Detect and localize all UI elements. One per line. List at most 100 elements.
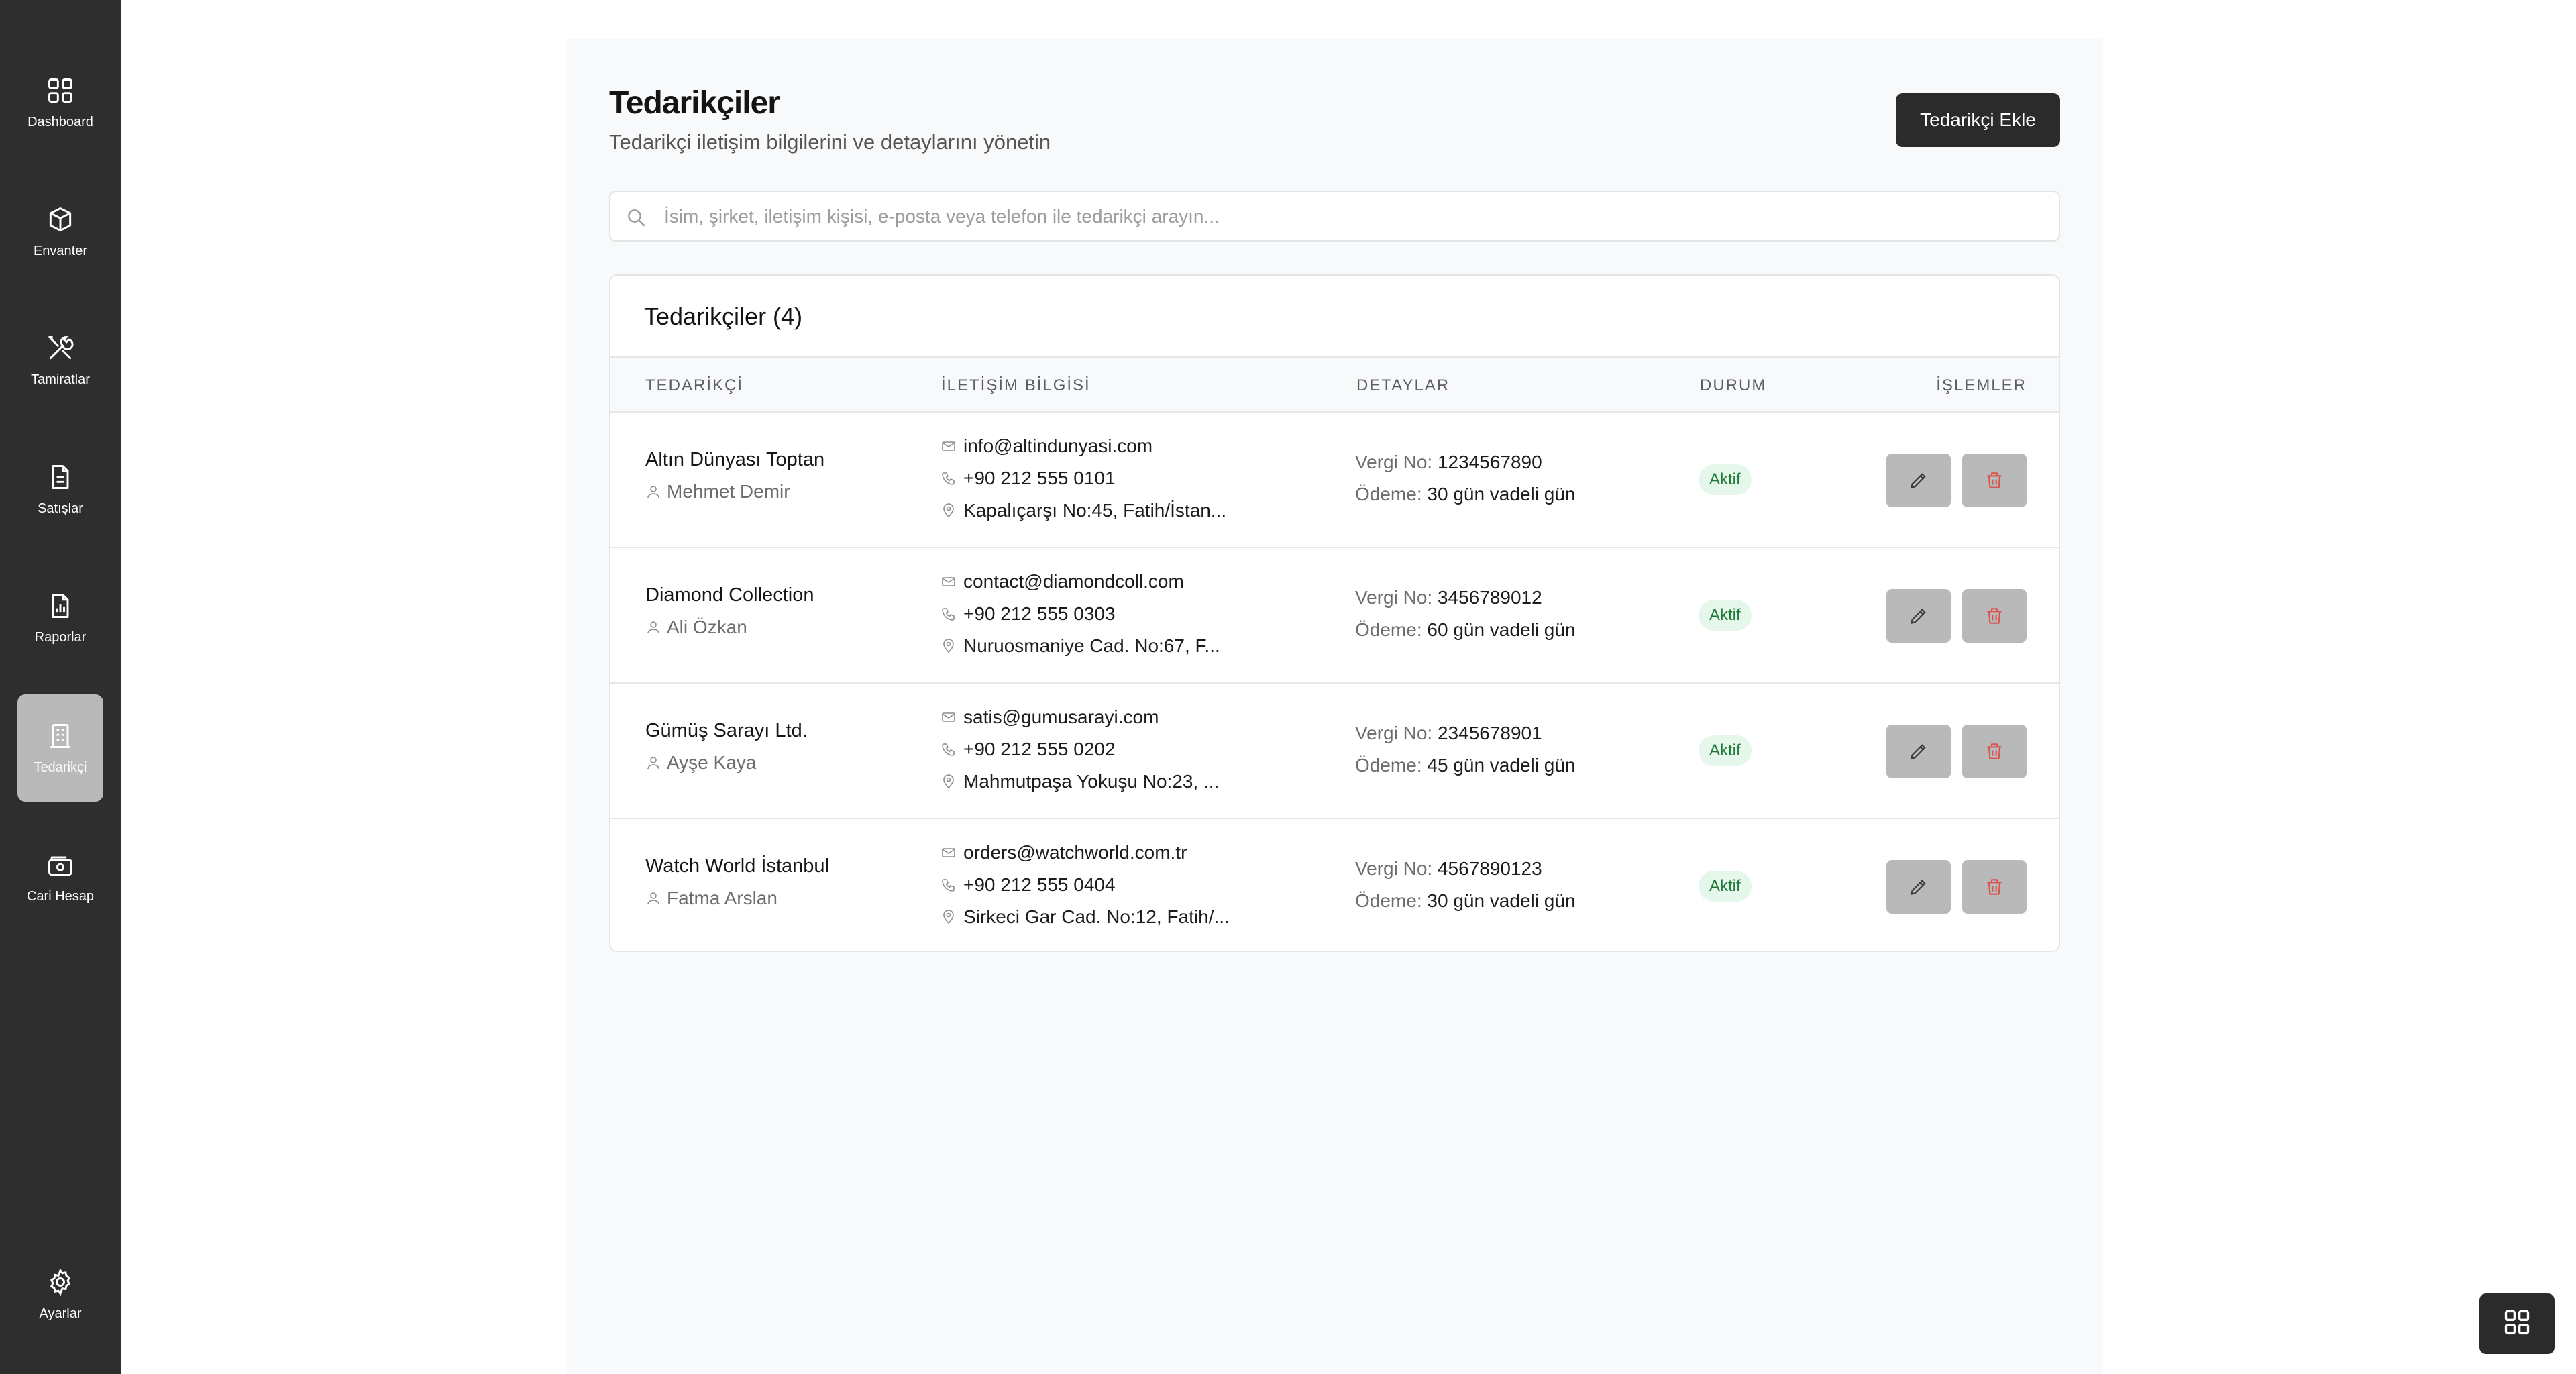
email-text: contact@diamondcoll.com <box>963 571 1184 592</box>
sidebar-item-label: Cari Hesap <box>26 888 95 904</box>
status-badge: Aktif <box>1699 464 1752 495</box>
sidebar-item-label: Tamiratlar <box>31 372 90 387</box>
wallet-icon <box>46 850 75 880</box>
pencil-icon <box>1908 741 1929 762</box>
edit-button[interactable] <box>1886 860 1951 914</box>
email-line: orders@watchworld.com.tr <box>941 842 1187 863</box>
tax-label: Vergi No: <box>1355 723 1433 743</box>
sidebar-item-label: Dashboard <box>28 114 93 129</box>
gear-icon <box>46 1267 75 1297</box>
address-line: Sirkeci Gar Cad. No:12, Fatih/... <box>941 906 1230 928</box>
add-supplier-button[interactable]: Tedarikçi Ekle <box>1896 93 2060 147</box>
status-badge: Aktif <box>1699 600 1752 631</box>
email-line: info@altindunyasi.com <box>941 435 1152 457</box>
page-title: Tedarikçiler <box>609 85 780 121</box>
address-line: Mahmutpaşa Yokuşu No:23, ... <box>941 771 1219 792</box>
tax-number: Vergi No: 1234567890 <box>1355 452 1542 473</box>
status-badge: Aktif <box>1699 871 1752 902</box>
sidebar-item-current-account[interactable]: Cari Hesap <box>17 823 103 931</box>
edit-button[interactable] <box>1886 725 1951 778</box>
tax-number: Vergi No: 4567890123 <box>1355 858 1542 880</box>
user-icon <box>645 755 667 771</box>
user-icon <box>645 890 667 906</box>
grid-icon <box>2502 1308 2532 1340</box>
pencil-icon <box>1908 470 1929 491</box>
sidebar-item-sales[interactable]: Satışlar <box>17 435 103 543</box>
phone-icon <box>941 606 963 622</box>
address-line: Kapalıçarşı No:45, Fatih/İstan... <box>941 500 1226 521</box>
email-line: satis@gumusarayi.com <box>941 706 1159 728</box>
sidebar-item-label: Tedarikçi <box>34 759 87 775</box>
payment-terms: Ödeme: 60 gün vadeli gün <box>1355 619 1575 641</box>
trash-icon <box>1984 876 2005 898</box>
trash-icon <box>1984 741 2005 762</box>
address-text: Kapalıçarşı No:45, Fatih/İstan... <box>963 500 1227 521</box>
sidebar-item-label: Satışlar <box>38 500 83 516</box>
contact-person-name: Ali Özkan <box>667 617 747 637</box>
chart-report-icon <box>46 591 75 621</box>
table-row: Altın Dünyası Toptan Mehmet Demir info@alt… <box>610 413 2059 548</box>
tax-value: 3456789012 <box>1437 587 1542 608</box>
sidebar-item-inventory[interactable]: Envanter <box>17 178 103 285</box>
edit-button[interactable] <box>1886 589 1951 643</box>
page-subtitle: Tedarikçi iletişim bilgilerini ve detayl… <box>609 130 1051 154</box>
map-pin-icon <box>941 503 963 519</box>
payment-label: Ödeme: <box>1355 484 1422 505</box>
phone-icon <box>941 877 963 893</box>
sidebar-item-repairs[interactable]: Tamiratlar <box>17 307 103 414</box>
payment-value: 30 gün vadeli gün <box>1427 484 1576 505</box>
delete-button[interactable] <box>1962 589 2027 643</box>
address-line: Nuruosmaniye Cad. No:67, F... <box>941 635 1220 657</box>
edit-button[interactable] <box>1886 454 1951 507</box>
delete-button[interactable] <box>1962 725 2027 778</box>
supplier-name: Altın Dünyası Toptan <box>645 449 825 470</box>
column-header-status: DURUM <box>1700 376 1767 394</box>
tax-label: Vergi No: <box>1355 858 1433 879</box>
sidebar: Dashboard Envanter Tamiratlar Satışlar R… <box>0 0 121 1374</box>
mail-icon <box>941 574 963 590</box>
contact-person-name: Ayşe Kaya <box>667 752 757 773</box>
column-header-supplier: TEDARİKÇİ <box>645 376 744 394</box>
payment-terms: Ödeme: 30 gün vadeli gün <box>1355 484 1575 505</box>
apps-grid-button[interactable] <box>2479 1293 2555 1354</box>
phone-line: +90 212 555 0101 <box>941 468 1116 489</box>
delete-button[interactable] <box>1962 860 2027 914</box>
tax-value: 1234567890 <box>1437 452 1542 472</box>
status-badge: Aktif <box>1699 735 1752 766</box>
box-icon <box>46 205 75 234</box>
sidebar-item-dashboard[interactable]: Dashboard <box>17 49 103 156</box>
supplier-name: Diamond Collection <box>645 584 814 606</box>
sidebar-item-reports[interactable]: Raporlar <box>17 564 103 672</box>
email-line: contact@diamondcoll.com <box>941 571 1184 592</box>
payment-value: 45 gün vadeli gün <box>1427 755 1576 776</box>
column-header-details: DETAYLAR <box>1356 376 1450 394</box>
suppliers-table-card: Tedarikçiler (4) TEDARİKÇİ İLETİŞİM BİLG… <box>609 274 2060 952</box>
delete-button[interactable] <box>1962 454 2027 507</box>
search-box <box>609 191 2060 242</box>
sidebar-item-settings[interactable]: Ayarlar <box>17 1240 103 1348</box>
tax-value: 2345678901 <box>1437 723 1542 743</box>
sidebar-item-suppliers[interactable]: Tedarikçi <box>17 694 103 802</box>
phone-text: +90 212 555 0404 <box>963 874 1116 895</box>
phone-text: +90 212 555 0101 <box>963 468 1116 488</box>
email-text: info@altindunyasi.com <box>963 435 1153 456</box>
payment-label: Ödeme: <box>1355 619 1422 640</box>
phone-line: +90 212 555 0404 <box>941 874 1116 896</box>
sidebar-item-label: Ayarlar <box>39 1306 82 1321</box>
payment-terms: Ödeme: 30 gün vadeli gün <box>1355 890 1575 912</box>
contact-person: Fatma Arslan <box>645 888 777 909</box>
contact-person: Ali Özkan <box>645 617 747 638</box>
contact-person-name: Fatma Arslan <box>667 888 777 908</box>
table-row: Diamond Collection Ali Özkan contact@diamo… <box>610 548 2059 684</box>
tools-icon <box>46 333 75 363</box>
column-header-contact: İLETİŞİM BİLGİSİ <box>941 376 1091 394</box>
phone-icon <box>941 741 963 757</box>
payment-terms: Ödeme: 45 gün vadeli gün <box>1355 755 1575 776</box>
contact-person: Ayşe Kaya <box>645 752 756 774</box>
pencil-icon <box>1908 605 1929 627</box>
mail-icon <box>941 709 963 725</box>
pencil-icon <box>1908 876 1929 898</box>
supplier-name: Gümüş Sarayı Ltd. <box>645 720 808 741</box>
search-input[interactable] <box>664 199 2046 235</box>
contact-person: Mehmet Demir <box>645 481 790 503</box>
